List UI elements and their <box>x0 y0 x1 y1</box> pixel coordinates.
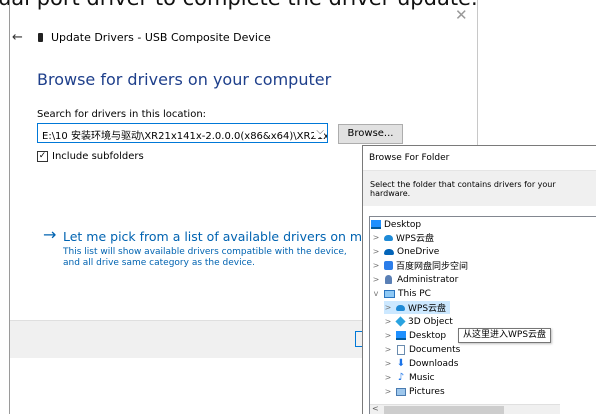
cloud-icon <box>384 234 393 241</box>
horizontal-scrollbar[interactable]: < <box>370 404 560 414</box>
desktop-icon <box>371 220 381 229</box>
chevron-right-icon[interactable]: > <box>384 359 392 368</box>
chevron-right-icon[interactable]: > <box>372 233 380 242</box>
tree-item-label: WPS云盘 <box>396 234 435 244</box>
3d-objects-icon <box>395 316 406 327</box>
tree-item-label: 3D Object <box>408 316 453 327</box>
chevron-right-icon[interactable]: > <box>384 331 392 340</box>
chevron-right-icon[interactable]: > <box>372 247 380 256</box>
chevron-right-icon[interactable]: > <box>384 373 392 382</box>
include-subfolders-option[interactable]: ✓ Include subfolders <box>37 151 144 162</box>
tree-item-documents[interactable]: > Documents <box>384 343 460 356</box>
chevron-right-icon[interactable]: > <box>384 317 392 326</box>
tree-item-label: Administrator <box>397 274 459 285</box>
tree-item-label: Desktop <box>384 219 422 230</box>
tree-item-label: Music <box>409 372 435 383</box>
scrollbar-thumb[interactable] <box>384 406 504 414</box>
browse-button[interactable]: Browse... <box>338 124 403 144</box>
folder-tree[interactable]: Desktop > WPS云盘 > OneDrive > 百度网盘同步空间 > … <box>369 216 596 414</box>
chevron-right-icon[interactable]: > <box>384 387 392 396</box>
browse-for-folder-dialog: Browse For Folder Select the folder that… <box>362 145 596 414</box>
include-subfolders-checkbox[interactable]: ✓ <box>37 151 48 162</box>
tree-item-baidu[interactable]: > 百度网盘同步空间 <box>372 259 468 272</box>
dialog-title: Update Drivers - USB Composite Device <box>51 31 271 44</box>
scroll-left-icon[interactable]: < <box>372 404 379 413</box>
tree-item-pictures[interactable]: > Pictures <box>384 385 445 398</box>
music-icon: ♪ <box>397 371 405 383</box>
desktop-icon <box>396 331 406 340</box>
tree-item-label: Downloads <box>409 358 459 369</box>
tree-item-this-pc[interactable]: v This PC <box>372 287 431 300</box>
documents-icon <box>397 344 405 355</box>
user-icon <box>385 275 392 284</box>
back-arrow-icon[interactable]: ← <box>12 30 23 45</box>
tree-item-label: Pictures <box>409 386 445 397</box>
browse-dialog-title: Browse For Folder <box>363 146 596 171</box>
tree-item-label: WPS云盘 <box>408 304 447 314</box>
pictures-icon <box>396 387 406 396</box>
chevron-right-icon[interactable]: > <box>384 303 392 312</box>
cloud-icon <box>396 304 405 311</box>
tree-item-wps-cloud-pc[interactable]: > WPS云盘 <box>384 301 451 314</box>
tree-item-desktop[interactable]: Desktop <box>371 218 421 231</box>
tree-item-label: 百度网盘同步空间 <box>396 262 469 272</box>
tree-item-onedrive[interactable]: > OneDrive <box>372 245 440 258</box>
close-icon[interactable]: ✕ <box>455 8 468 23</box>
page-caption: ual port driver to complete the driver u… <box>0 0 478 10</box>
tree-item-administrator[interactable]: > Administrator <box>372 273 459 286</box>
include-subfolders-label: Include subfolders <box>52 151 144 162</box>
downloads-icon: ⬇ <box>396 357 406 369</box>
driver-path-value: E:\10 安装环境与驱动\XR21x141x-2.0.0.0(x86&x64)… <box>42 131 327 142</box>
pick-from-list-description: This list will show available drivers co… <box>63 247 347 268</box>
tree-item-desktop-pc[interactable]: > Desktop <box>384 329 446 342</box>
tree-item-wps-cloud[interactable]: > WPS云盘 <box>372 231 434 244</box>
tree-item-label: OneDrive <box>397 246 440 257</box>
tree-item-label: Documents <box>409 344 461 355</box>
onedrive-icon <box>384 248 394 255</box>
tree-item-label: Desktop <box>409 330 447 341</box>
pc-icon <box>384 289 395 298</box>
chevron-right-icon[interactable]: > <box>384 345 392 354</box>
tooltip: 从这里进入WPS云盘 <box>458 328 552 343</box>
chevron-right-icon[interactable]: > <box>372 275 380 284</box>
tree-item-label: This PC <box>398 288 431 299</box>
chevron-down-icon[interactable]: v <box>372 289 380 298</box>
device-icon <box>38 33 43 42</box>
browse-dialog-instruction: Select the folder that contains drivers … <box>363 171 596 206</box>
tree-item-downloads[interactable]: > ⬇ Downloads <box>384 357 459 370</box>
tree-item-3d-objects[interactable]: > 3D Object <box>384 315 453 328</box>
tree-item-music[interactable]: > ♪ Music <box>384 371 435 384</box>
baidu-icon <box>384 261 393 270</box>
location-label: Search for drivers in this location: <box>37 109 207 120</box>
driver-path-combobox[interactable]: E:\10 安装环境与驱动\XR21x141x-2.0.0.0(x86&x64)… <box>37 123 328 143</box>
page-heading: Browse for drivers on your computer <box>37 70 332 89</box>
arrow-right-icon[interactable]: → <box>43 225 56 244</box>
chevron-down-icon[interactable]: ⌵ <box>314 126 324 137</box>
chevron-right-icon[interactable]: > <box>372 261 380 270</box>
